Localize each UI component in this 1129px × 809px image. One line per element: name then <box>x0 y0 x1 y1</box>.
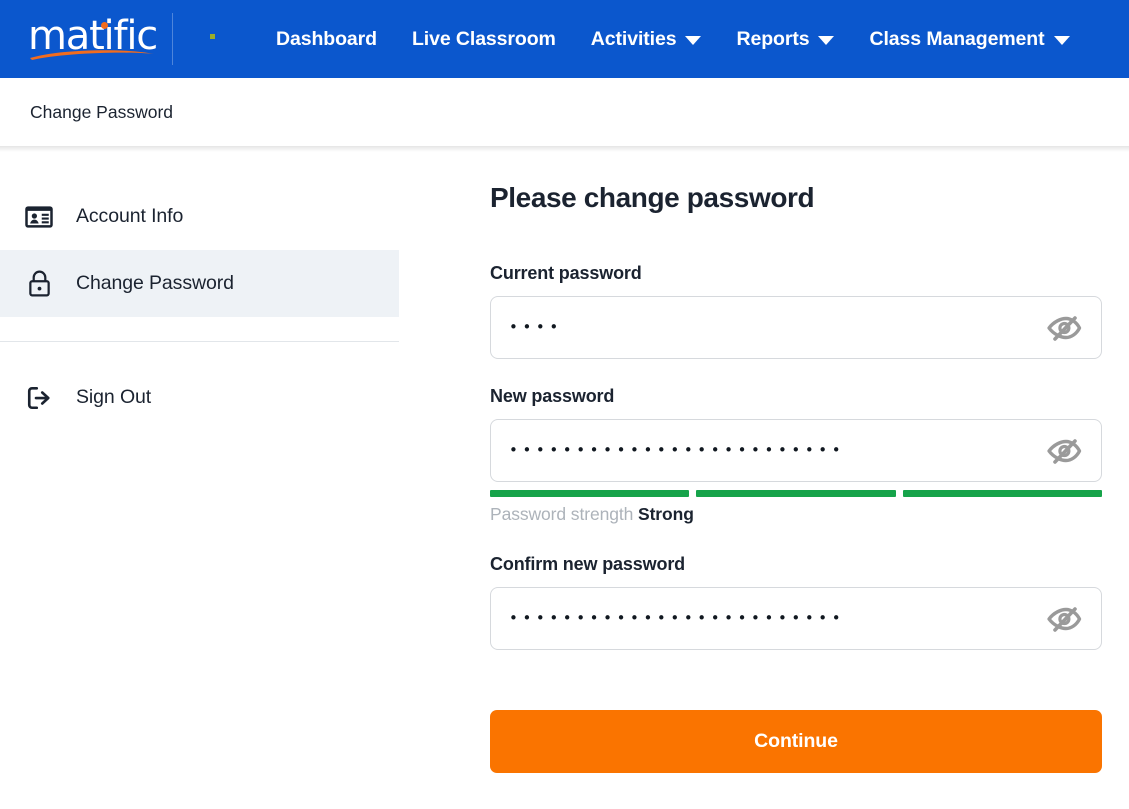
strength-level-label: Strong <box>638 504 694 524</box>
strength-segment <box>902 490 1102 497</box>
nav-item-live-classroom[interactable]: Live Classroom <box>412 28 556 51</box>
id-card-icon <box>22 200 56 234</box>
sign-out-icon <box>22 381 56 415</box>
field-new-password: New password ••••••••••••••••••••••••• P… <box>490 386 1109 525</box>
sidebar-label-sign-out: Sign Out <box>76 386 152 408</box>
change-password-form: Please change password Current password … <box>399 152 1129 809</box>
nav-label-activities: Activities <box>590 27 677 50</box>
sidebar-divider <box>0 341 399 342</box>
eye-off-icon[interactable] <box>1042 310 1086 346</box>
new-password-input[interactable]: ••••••••••••••••••••••••• <box>490 419 1102 482</box>
field-current-password: Current password •••• <box>490 263 1109 359</box>
label-current-password: Current password <box>490 263 642 283</box>
nav-mini-dot-icon <box>210 34 215 39</box>
label-confirm-new-password: Confirm new password <box>490 554 686 574</box>
eye-off-icon[interactable] <box>1042 601 1086 637</box>
strength-segment <box>490 490 690 497</box>
lock-icon <box>22 267 56 301</box>
top-navigation-bar: matific Dashboard Live Classroom Activit… <box>0 0 1129 78</box>
strength-caption-prefix: Password strength <box>490 504 634 524</box>
confirm-new-password-value: ••••••••••••••••••••••••• <box>509 611 846 626</box>
nav-item-reports[interactable]: Reports <box>736 27 835 51</box>
sidebar-item-sign-out[interactable]: Sign Out <box>0 364 399 431</box>
nav-label-reports: Reports <box>736 27 810 50</box>
matific-logo[interactable]: matific <box>28 13 158 65</box>
nav-item-dashboard[interactable]: Dashboard <box>276 28 377 51</box>
password-strength-caption: Password strength Strong <box>490 504 1109 525</box>
current-password-input[interactable]: •••• <box>490 296 1102 359</box>
sidebar-item-account-info[interactable]: Account Info <box>0 183 399 250</box>
current-password-value: •••• <box>509 320 563 335</box>
logo-dot-icon <box>101 22 108 29</box>
label-new-password: New password <box>490 386 615 406</box>
logo-swoosh-icon <box>30 47 154 61</box>
chevron-down-icon <box>685 35 702 45</box>
confirm-new-password-input[interactable]: ••••••••••••••••••••••••• <box>490 587 1102 650</box>
sidebar-label-account-info: Account Info <box>76 205 184 227</box>
strength-segment <box>696 490 896 497</box>
brand-logo[interactable]: matific <box>0 0 172 78</box>
breadcrumb: Change Password <box>30 101 173 122</box>
nav-label-live-classroom: Live Classroom <box>411 27 556 50</box>
nav-item-class-management[interactable]: Class Management <box>869 27 1070 51</box>
password-strength-meter <box>490 490 1102 497</box>
settings-sidebar: Account Info Change Password Sign Out <box>0 152 399 809</box>
page-title: Please change password <box>490 182 815 213</box>
chevron-down-icon <box>1053 35 1070 45</box>
sidebar-item-change-password[interactable]: Change Password <box>0 250 399 317</box>
nav-menu: Dashboard Live Classroom Activities Repo… <box>276 0 1070 78</box>
nav-item-activities[interactable]: Activities <box>591 28 702 51</box>
continue-button[interactable]: Continue <box>490 710 1102 773</box>
field-confirm-new-password: Confirm new password •••••••••••••••••••… <box>490 554 1109 650</box>
new-password-value: ••••••••••••••••••••••••• <box>509 443 846 458</box>
nav-spacer <box>173 0 276 78</box>
chevron-down-icon <box>818 35 835 45</box>
eye-off-icon[interactable] <box>1042 433 1086 469</box>
page-body: Account Info Change Password Sign Out Pl… <box>0 152 1129 809</box>
sidebar-label-change-password: Change Password <box>76 272 234 294</box>
nav-label-dashboard: Dashboard <box>276 27 377 50</box>
breadcrumb-bar: Change Password <box>0 78 1129 146</box>
nav-label-class-management: Class Management <box>869 27 1045 50</box>
